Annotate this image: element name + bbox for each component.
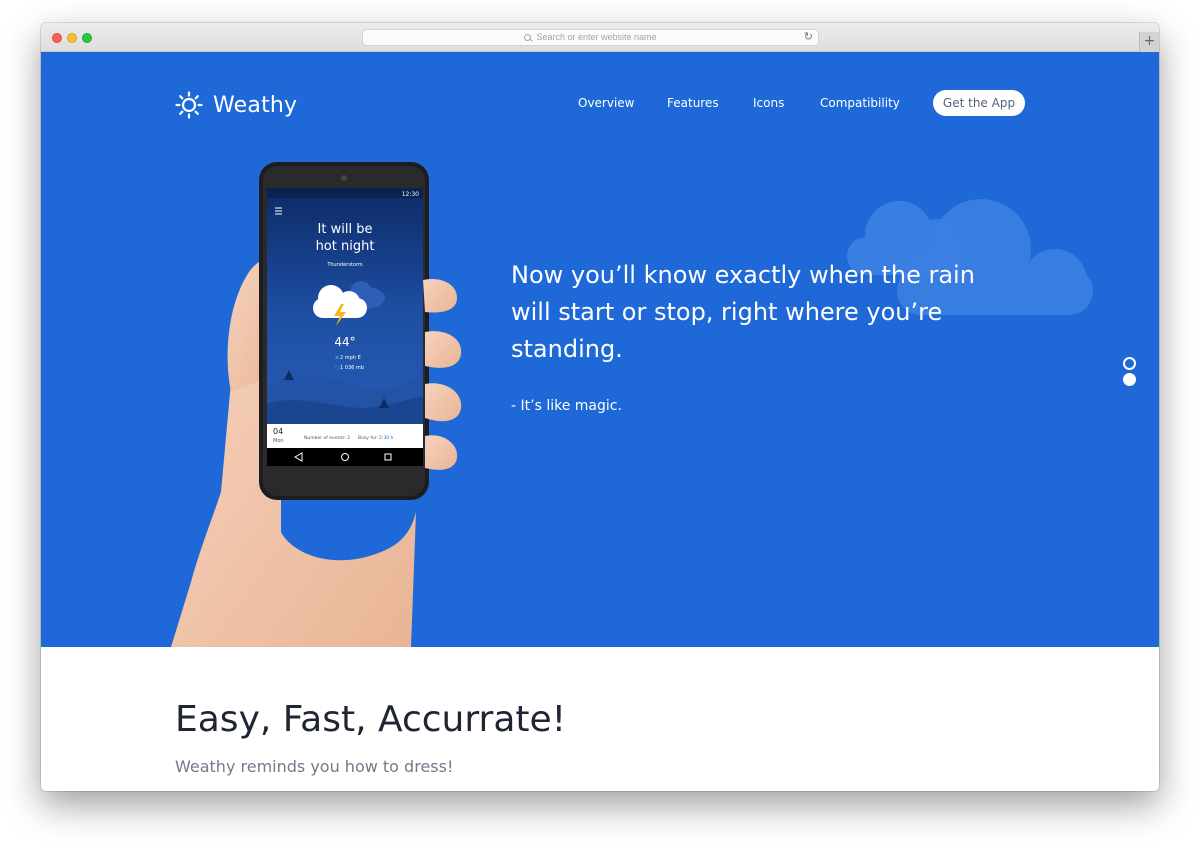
sun-icon [175, 91, 203, 119]
features-intro-section: Easy, Fast, Accurrate! Weathy reminds yo… [41, 647, 1159, 791]
search-icon [524, 34, 532, 41]
status-time: 12:30 [402, 191, 419, 198]
close-window-button[interactable] [52, 33, 62, 43]
nav-compatibility[interactable]: Compatibility [820, 96, 900, 110]
address-placeholder: Search or enter website name [536, 32, 657, 42]
slider-dot-1[interactable] [1123, 357, 1136, 370]
weather-condition: Thunderstorm [326, 262, 362, 268]
logo[interactable]: Weathy [175, 91, 297, 119]
busy-label: Busy for: [358, 435, 378, 441]
forecast-line2: hot night [316, 239, 375, 254]
browser-toolbar: Search or enter website name ↻ + [41, 23, 1159, 52]
hero-section: Weathy Overview Features Icons Compatibi… [41, 52, 1159, 647]
get-the-app-button[interactable]: Get the App [933, 90, 1025, 116]
address-bar[interactable]: Search or enter website name ↻ [362, 29, 819, 46]
wind-icon: ≋ [335, 355, 339, 361]
browser-window: Search or enter website name ↻ + Weathy … [41, 23, 1159, 791]
nav-icons[interactable]: Icons [753, 96, 784, 110]
forecast-line1: It will be [318, 222, 373, 237]
temperature: 44° [334, 335, 355, 349]
wind-value: 2 mph E [340, 355, 361, 361]
events-label: Number of events: [304, 435, 346, 441]
nav-overview[interactable]: Overview [578, 96, 635, 110]
new-tab-button[interactable]: + [1139, 32, 1159, 52]
slider-dot-2[interactable] [1123, 373, 1136, 386]
section-subtitle: Weathy reminds you how to dress! [175, 757, 454, 776]
reload-icon[interactable]: ↻ [804, 30, 813, 45]
pressure-icon: ◌ [335, 365, 339, 371]
logo-text: Weathy [213, 92, 298, 118]
hero-tagline: - It’s like magic. [511, 398, 622, 414]
nav-features[interactable]: Features [667, 96, 719, 110]
pressure-value: 1 036 mb [340, 365, 364, 371]
section-title: Easy, Fast, Accurrate! [175, 699, 567, 740]
minimize-window-button[interactable] [67, 33, 77, 43]
events-value: 3 [347, 435, 350, 441]
date-weekday: Mon [273, 438, 284, 444]
hero-headline: Now you’ll know exactly when the rain wi… [511, 261, 975, 363]
hand-holding-phone: 12:30 It will be hot night Thunderstorm … [171, 162, 462, 647]
maximize-window-button[interactable] [82, 33, 92, 43]
date-day: 04 [273, 427, 283, 436]
busy-value: 2:30 h [379, 435, 394, 441]
